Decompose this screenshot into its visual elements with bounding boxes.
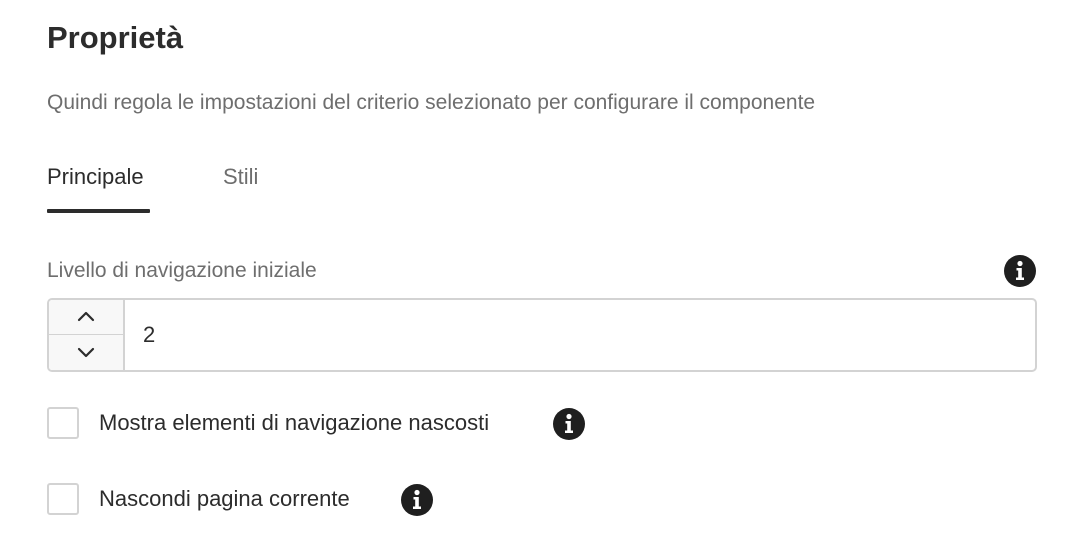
decrement-button[interactable]	[49, 335, 123, 370]
tab-stili[interactable]: Stili	[223, 160, 258, 194]
start-level-info-icon[interactable]	[1004, 255, 1036, 287]
show-hidden-info-icon[interactable]	[553, 408, 585, 440]
tab-principale[interactable]: Principale	[47, 160, 144, 194]
start-level-stepper: 2	[47, 298, 1037, 372]
hide-current-row: Nascondi pagina corrente	[47, 483, 407, 519]
chevron-up-icon	[77, 311, 95, 322]
start-level-input[interactable]: 2	[143, 319, 155, 351]
hide-current-checkbox[interactable]	[47, 483, 79, 515]
panel-subtitle: Quindi regola le impostazioni del criter…	[47, 91, 816, 114]
increment-button[interactable]	[49, 300, 123, 335]
hide-current-info-icon[interactable]	[401, 484, 433, 516]
start-level-label: Livello di navigazione iniziale	[47, 259, 317, 282]
panel-title: Proprietà	[47, 20, 184, 55]
tab-selected-indicator	[47, 209, 150, 213]
chevron-down-icon	[77, 347, 95, 358]
stepper-buttons	[49, 300, 125, 370]
show-hidden-checkbox[interactable]	[47, 407, 79, 439]
show-hidden-label[interactable]: Mostra elementi di navigazione nascosti	[99, 406, 489, 440]
hide-current-label[interactable]: Nascondi pagina corrente	[99, 482, 350, 516]
show-hidden-row: Mostra elementi di navigazione nascosti	[47, 407, 607, 443]
